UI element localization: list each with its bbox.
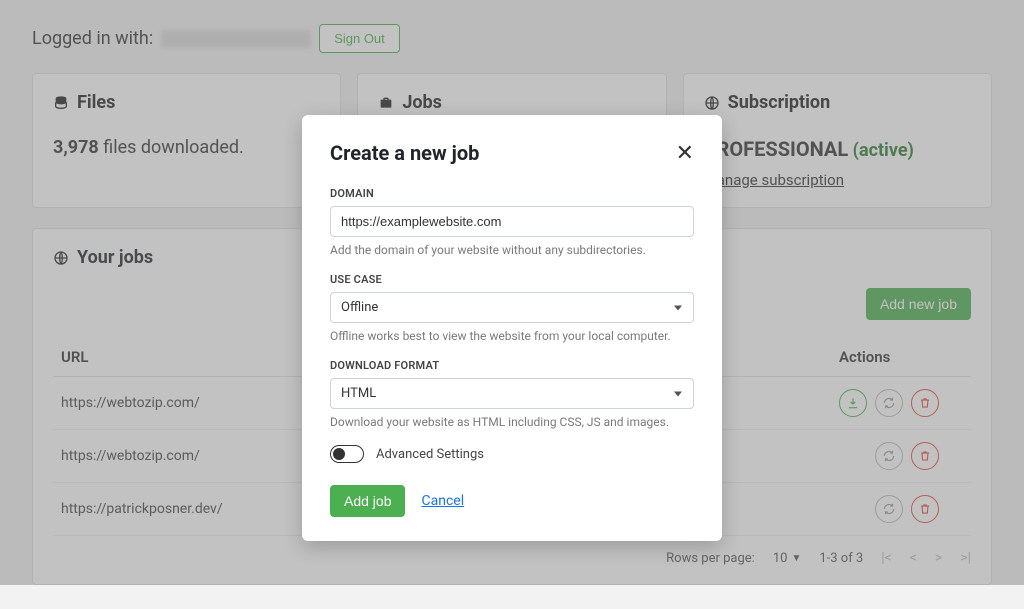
usecase-label: USE CASE [330, 273, 694, 286]
format-select[interactable]: HTML [330, 378, 694, 409]
modal-overlay[interactable]: Create a new job ✕ DOMAIN Add the domain… [0, 0, 1024, 585]
advanced-settings-label: Advanced Settings [376, 447, 484, 462]
cancel-link[interactable]: Cancel [421, 493, 464, 509]
advanced-settings-toggle[interactable] [330, 445, 364, 463]
domain-help: Add the domain of your website without a… [330, 243, 694, 257]
format-label: DOWNLOAD FORMAT [330, 359, 694, 372]
domain-label: DOMAIN [330, 187, 694, 200]
domain-input[interactable] [330, 206, 694, 237]
modal-title: Create a new job [330, 141, 479, 165]
format-help: Download your website as HTML including … [330, 415, 694, 429]
create-job-modal: Create a new job ✕ DOMAIN Add the domain… [302, 115, 722, 541]
add-job-button[interactable]: Add job [330, 485, 405, 517]
usecase-help: Offline works best to view the website f… [330, 329, 694, 343]
usecase-select[interactable]: Offline [330, 292, 694, 323]
close-icon[interactable]: ✕ [676, 142, 694, 164]
